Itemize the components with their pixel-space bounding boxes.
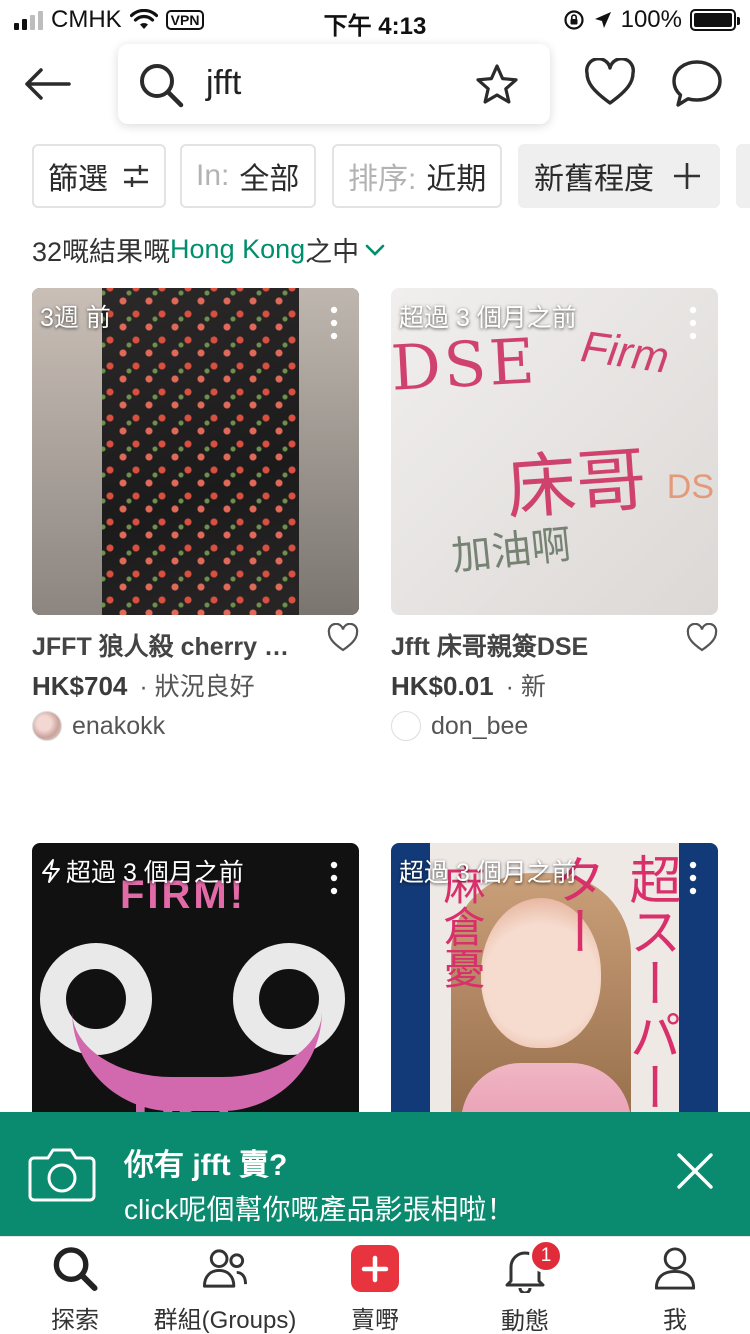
- condition-chip-label: 新舊程度: [534, 163, 654, 196]
- filter-chip[interactable]: 篩選: [32, 144, 166, 208]
- seller[interactable]: don_bee: [391, 711, 718, 741]
- like-heart-icon[interactable]: [327, 623, 359, 653]
- bolt-icon: [42, 859, 60, 883]
- results-suffix: 之中: [305, 237, 360, 267]
- listing-title[interactable]: Jfft 床哥親簽DSE: [391, 627, 669, 663]
- listing-card[interactable]: 3週 前 JFFT 狼人殺 cherry 原… HK$704 · 狀況良好 en…: [32, 288, 359, 741]
- sort-chip[interactable]: 排序: 近期: [332, 144, 502, 208]
- camera-icon: [28, 1148, 96, 1202]
- tab-explore[interactable]: 探索: [0, 1237, 150, 1334]
- bottom-tab-bar: 探索 群組(Groups) 賣嘢 1 動態 我: [0, 1236, 750, 1334]
- sell-plus-icon: [351, 1245, 399, 1292]
- like-heart-icon[interactable]: [686, 623, 718, 653]
- battery-percent: 100%: [620, 6, 682, 33]
- tab-groups[interactable]: 群組(Groups): [150, 1237, 300, 1334]
- seller[interactable]: enakokk: [32, 711, 359, 741]
- filter-chip-label: 篩選: [48, 163, 108, 196]
- chat-bubble-icon[interactable]: [670, 58, 724, 110]
- notification-badge: 1: [529, 1239, 563, 1273]
- listing-age: 超過 3 個月之前: [399, 304, 577, 332]
- search-icon: [140, 64, 184, 108]
- tab-label: 我: [663, 1307, 687, 1334]
- back-button[interactable]: [22, 62, 72, 106]
- chevron-down-icon[interactable]: [365, 243, 385, 257]
- search-input[interactable]: jfft: [206, 64, 241, 103]
- listing-age: 超過 3 個月之前: [399, 859, 577, 887]
- tab-me[interactable]: 我: [600, 1237, 750, 1334]
- banner-subtitle: click呢個幫你嘅產品影張相啦！: [124, 1194, 515, 1225]
- listing-age: 超過 3 個月之前: [40, 853, 244, 889]
- tab-sell[interactable]: 賣嘢: [300, 1237, 450, 1334]
- location-arrow-icon: [594, 12, 611, 28]
- listing-photo[interactable]: 3週 前: [32, 288, 359, 615]
- plus-icon: [674, 163, 700, 189]
- photo-text: DSE: [391, 324, 540, 405]
- more-options-icon[interactable]: [688, 306, 698, 340]
- listing-photo[interactable]: DSE Firm 床哥 加油啊 DS 超過 3 個月之前: [391, 288, 718, 615]
- sort-chip-value: 近期: [426, 163, 487, 196]
- profile-icon: [654, 1247, 696, 1290]
- avatar[interactable]: [391, 711, 421, 741]
- tab-label: 動態: [501, 1308, 549, 1334]
- rotation-lock-icon: [564, 10, 584, 30]
- status-bar: CMHK VPN 下午 4:13 100%: [0, 0, 750, 40]
- sliders-icon: [124, 165, 148, 187]
- status-right: 100%: [563, 6, 740, 34]
- tab-activity[interactable]: 1 動態: [450, 1237, 600, 1334]
- condition-chip[interactable]: 新舊程度: [518, 144, 720, 208]
- more-options-icon[interactable]: [329, 861, 339, 895]
- battery-icon: [690, 9, 740, 31]
- tab-label: 賣嘢: [351, 1307, 399, 1334]
- results-summary: 32嘅結果嘅 Hong Kong 之中: [32, 230, 385, 269]
- save-search-star-icon[interactable]: [474, 62, 520, 108]
- category-chip-prefix: In:: [196, 159, 230, 192]
- listing-card[interactable]: DSE Firm 床哥 加油啊 DS 超過 3 個月之前 Jfft 床哥親簽DS…: [391, 288, 718, 741]
- listing-price: HK$0.01: [391, 671, 494, 701]
- photo-text: Firm: [578, 322, 673, 383]
- listing-condition: · 新: [505, 673, 546, 701]
- listing-age: 3週 前: [40, 304, 111, 332]
- sort-chip-prefix: 排序:: [348, 163, 417, 196]
- more-options-icon[interactable]: [329, 306, 339, 340]
- close-icon[interactable]: [676, 1152, 714, 1190]
- listing-title[interactable]: JFFT 狼人殺 cherry 原…: [32, 627, 310, 663]
- listing-condition: · 狀況良好: [139, 673, 255, 701]
- bell-icon: 1: [501, 1239, 563, 1295]
- banner-title: 你有 jfft 賣?: [124, 1149, 288, 1182]
- more-chip[interactable]: [736, 144, 750, 208]
- photo-text: DS: [666, 468, 714, 506]
- avatar[interactable]: [32, 711, 62, 741]
- location-link[interactable]: Hong Kong: [170, 234, 305, 265]
- listing-price: HK$704: [32, 671, 128, 701]
- seller-name[interactable]: enakokk: [72, 712, 165, 741]
- search-icon: [53, 1247, 98, 1292]
- photo-text: 加油啊: [449, 522, 574, 580]
- search-bar[interactable]: jfft: [118, 44, 550, 124]
- category-chip-value: 全部: [239, 163, 300, 196]
- filter-chips: 篩選 In: 全部 排序: 近期 新舊程度: [32, 144, 750, 208]
- tab-label: 群組(Groups): [153, 1307, 297, 1334]
- sell-prompt-banner[interactable]: 你有 jfft 賣? click呢個幫你嘅產品影張相啦！: [0, 1112, 750, 1236]
- seller-name[interactable]: don_bee: [431, 712, 528, 741]
- more-options-icon[interactable]: [688, 861, 698, 895]
- tab-label: 探索: [51, 1307, 99, 1334]
- results-count: 32嘅結果嘅: [32, 237, 171, 267]
- back-arrow-icon: [25, 68, 71, 100]
- category-chip[interactable]: In: 全部: [180, 144, 316, 208]
- groups-icon: [202, 1249, 248, 1288]
- likes-heart-icon[interactable]: [584, 58, 636, 108]
